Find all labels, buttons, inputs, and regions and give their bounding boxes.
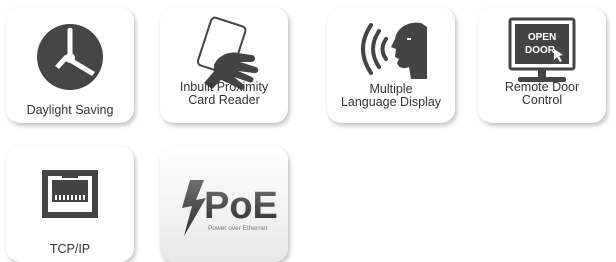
feature-card-daylight-saving: Daylight Saving <box>6 7 134 123</box>
screen-text-line-1: OPEN <box>528 32 556 43</box>
feature-label: Inbuilt Proximity Card Reader <box>179 80 269 107</box>
poe-logo-tagline: Power over Ethernet <box>208 225 267 232</box>
feature-label: Multiple Language Display <box>340 82 442 109</box>
speaking-head-icon <box>361 22 427 79</box>
feature-card-remote-door-control: OPEN DOOR Remote Door Control <box>478 7 606 123</box>
feature-label: Daylight Saving <box>26 103 114 117</box>
poe-logo-icon: PoE Power over Ethernet <box>160 146 288 262</box>
feature-card-multiple-language-display: Multiple Language Display <box>327 7 455 123</box>
poe-logo-text: PoE <box>204 185 278 227</box>
feature-label: TCP/IP <box>49 242 91 256</box>
screen-text-line-2: DOOR <box>525 45 556 56</box>
feature-label: Remote Door Control <box>504 80 580 107</box>
ethernet-port-icon <box>42 170 98 218</box>
feature-card-proximity-card-reader: Inbuilt Proximity Card Reader <box>160 7 288 123</box>
feature-card-tcp-ip: TCP/IP <box>6 146 134 262</box>
feature-card-poe: PoE Power over Ethernet <box>160 146 288 262</box>
clock-icon <box>37 24 103 90</box>
